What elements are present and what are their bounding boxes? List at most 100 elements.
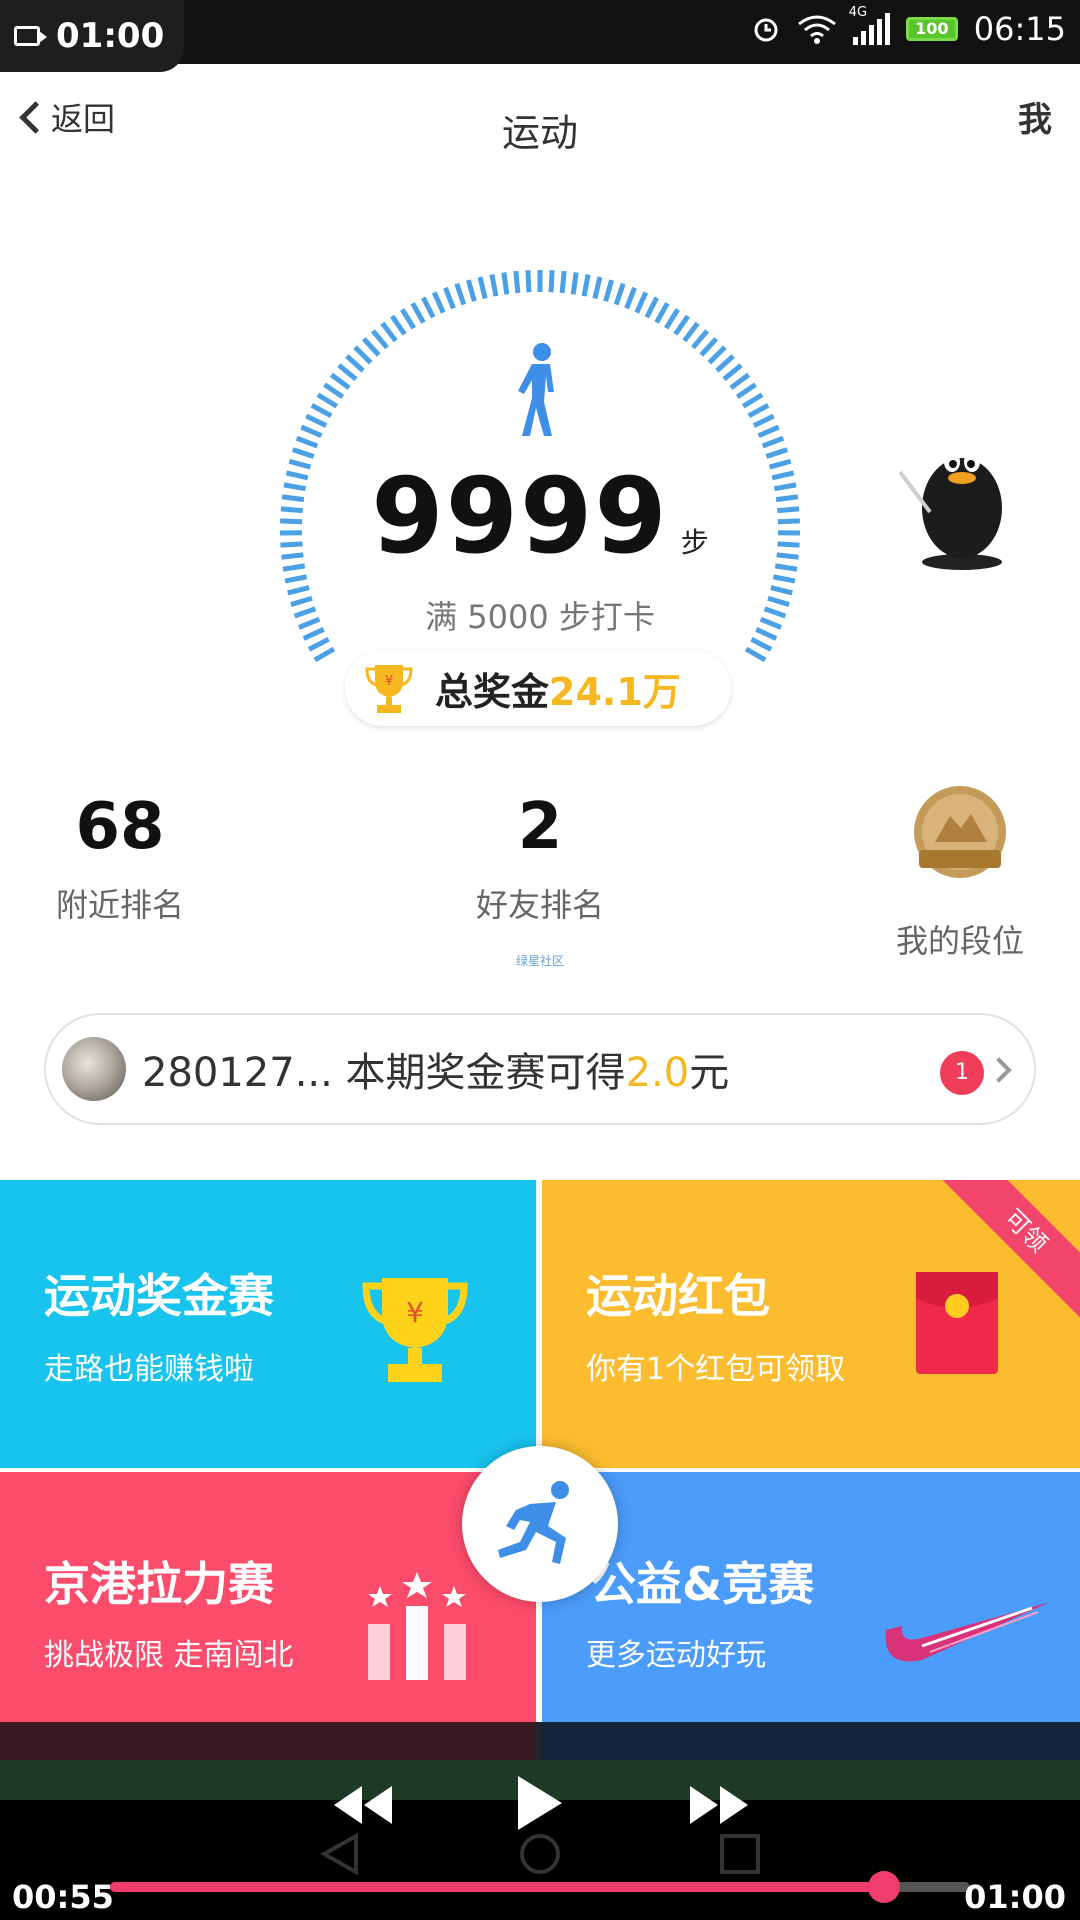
prize-result-card[interactable]: 280127... 本期奖金赛可得2.0元 1 <box>44 1013 1036 1125</box>
medal-icon <box>914 786 1006 878</box>
gauge-tick <box>682 321 700 343</box>
me-button[interactable]: 我 <box>1018 92 1052 141</box>
gauge-tick <box>699 337 719 357</box>
android-home-icon[interactable] <box>518 1832 562 1876</box>
gauge-tick <box>353 345 373 365</box>
tile-charity-competition[interactable]: 公益&竞赛 更多运动好玩 <box>542 1472 1080 1722</box>
friend-rank-label: 好友排名 <box>475 886 604 924</box>
step-unit: 步 <box>680 526 709 559</box>
gauge-tick <box>744 646 767 663</box>
nearby-rank-value: 68 <box>75 790 165 864</box>
gauge-tick <box>345 354 365 373</box>
gauge-tick <box>634 291 649 314</box>
gauge-tick <box>613 282 626 306</box>
rewind-icon[interactable] <box>330 1780 396 1830</box>
video-player-controls: 00:55 01:00 <box>0 1760 1080 1920</box>
total-prize-pill[interactable]: ¥ 总奖金 24.1万 <box>345 650 731 726</box>
gauge-tick <box>477 276 488 299</box>
gauge-tick <box>501 272 510 295</box>
gauge-tick <box>443 286 456 310</box>
tile-title: 公益&竞赛 <box>590 1557 815 1611</box>
avatar <box>62 1037 126 1101</box>
tile-rally-race[interactable]: 京港拉力赛 挑战极限 走南闯北 <box>0 1472 536 1722</box>
tile-subtitle: 走路也能赚钱啦 <box>44 1352 254 1387</box>
gauge-tick <box>559 270 567 294</box>
tile-prize-race[interactable]: 运动奖金赛 走路也能赚钱啦 ¥ <box>0 1180 536 1468</box>
prize-result-unit: 元 <box>689 1050 730 1096</box>
gauge-tick <box>316 392 339 409</box>
recording-time: 01:00 <box>56 16 165 56</box>
alarm-icon <box>754 18 778 42</box>
gauge-tick <box>329 372 351 390</box>
gauge-tick <box>548 270 555 293</box>
playback-seekbar[interactable] <box>110 1871 970 1903</box>
gauge-tick <box>673 314 690 336</box>
gauge-tick <box>380 321 398 343</box>
gauge-tick <box>729 372 751 390</box>
gauge-tick <box>390 314 407 336</box>
tile-red-packet[interactable]: 运动红包 你有1个红包可领取 可领 <box>542 1180 1080 1468</box>
android-back-icon[interactable] <box>318 1832 362 1876</box>
runner-icon <box>498 1481 569 1564</box>
cell-signal: 4G <box>849 5 890 45</box>
tile-row-partial <box>0 1722 1080 1764</box>
my-tier[interactable]: 我的段位 <box>880 780 1040 962</box>
gauge-tick <box>454 282 467 306</box>
gauge-tick <box>772 574 796 584</box>
gauge-tick <box>592 276 603 299</box>
step-number: 9999 <box>371 455 669 577</box>
gauge-tick <box>741 392 764 409</box>
svg-text:¥: ¥ <box>385 674 393 689</box>
gauge-tick <box>715 354 735 373</box>
notification-badge: 1 <box>940 1051 984 1095</box>
gauge-tick <box>644 296 659 319</box>
tile-title: 运动红包 <box>586 1269 770 1323</box>
gauge-tick <box>752 413 775 428</box>
podium-icon <box>368 1572 466 1680</box>
gauge-tick <box>570 272 579 295</box>
gauge-tick <box>284 574 308 584</box>
gauge-tick <box>761 435 785 449</box>
gauge-tick <box>722 363 743 382</box>
prize-result-user-text: 280127... 本期奖金赛可得 <box>142 1050 626 1096</box>
nearby-rank-label: 附近排名 <box>55 886 184 924</box>
walker-icon <box>518 343 554 436</box>
tile-title: 运动奖金赛 <box>44 1269 274 1323</box>
seekbar-progress <box>110 1882 884 1892</box>
playback-total: 01:00 <box>964 1878 1066 1916</box>
friend-rank-value: 2 <box>517 790 563 864</box>
gauge-tick <box>300 424 323 439</box>
play-icon[interactable] <box>514 1772 566 1834</box>
network-type: 4G <box>848 5 868 20</box>
seekbar-thumb[interactable] <box>868 1871 900 1903</box>
screen-recording-chip[interactable]: 01:00 <box>0 0 184 72</box>
nearby-rank[interactable]: 68 附近排名 <box>30 790 210 926</box>
friend-rank[interactable]: 2 好友排名 <box>450 790 630 926</box>
gauge-tick <box>603 279 615 302</box>
total-prize-amount: 24.1万 <box>549 669 681 714</box>
wifi-icon <box>797 15 836 44</box>
svg-text:¥: ¥ <box>406 1296 424 1329</box>
gauge-tick <box>489 274 499 297</box>
tile-partial-right <box>542 1722 1080 1764</box>
gauge-tick <box>305 413 328 428</box>
gauge-tick <box>361 337 381 357</box>
android-recents-icon[interactable] <box>718 1832 762 1876</box>
start-run-button[interactable] <box>462 1446 618 1602</box>
chevron-right-icon <box>986 1057 1012 1083</box>
camera-icon <box>14 26 47 46</box>
gauge-tick <box>421 296 436 319</box>
fast-forward-icon[interactable] <box>686 1780 752 1830</box>
tile-title: 京港拉力赛 <box>44 1557 274 1611</box>
penguin-mascot[interactable] <box>890 432 1020 572</box>
watermark: 绿星社区 <box>515 954 564 968</box>
gauge-tick <box>735 382 757 399</box>
trophy-icon: ¥ <box>362 1278 468 1382</box>
playback-elapsed: 00:55 <box>12 1878 114 1916</box>
page-title: 运动 <box>501 111 578 155</box>
goal-text: 满 5000 步打卡 <box>425 598 655 636</box>
gauge-tick <box>581 274 591 297</box>
swoosh-icon <box>885 1602 1050 1662</box>
top-nav: 返回 运动 我 <box>0 64 1080 184</box>
gauge-tick <box>707 345 727 365</box>
